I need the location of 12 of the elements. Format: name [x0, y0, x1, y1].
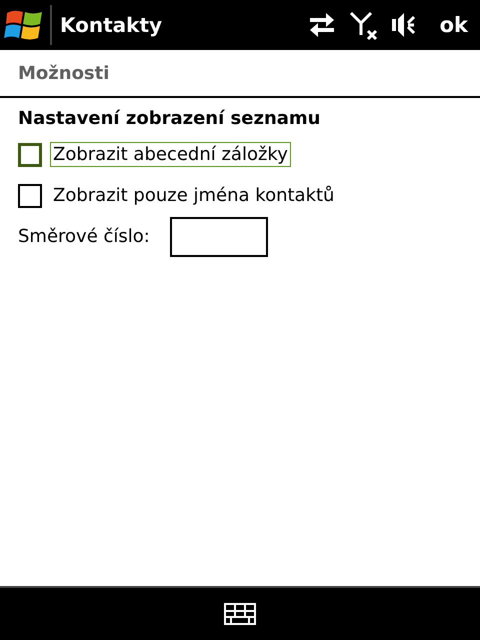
- page-header: Možnosti: [0, 50, 480, 98]
- window-title: Kontakty: [60, 13, 164, 37]
- checkbox-label[interactable]: Zobrazit pouze jména kontaktů: [50, 183, 338, 208]
- no-signal-icon[interactable]: [348, 9, 380, 41]
- checkbox[interactable]: [18, 184, 42, 208]
- area-code-field[interactable]: [170, 216, 268, 256]
- ok-button[interactable]: ok: [436, 13, 472, 37]
- field-label: Směrové číslo:: [18, 226, 150, 247]
- keyboard-icon[interactable]: [224, 603, 256, 625]
- section-title: Nastavení zobrazení seznamu: [18, 106, 322, 130]
- checkbox-label[interactable]: Zobrazit abecední záložky: [50, 142, 291, 167]
- checkbox[interactable]: [18, 142, 42, 166]
